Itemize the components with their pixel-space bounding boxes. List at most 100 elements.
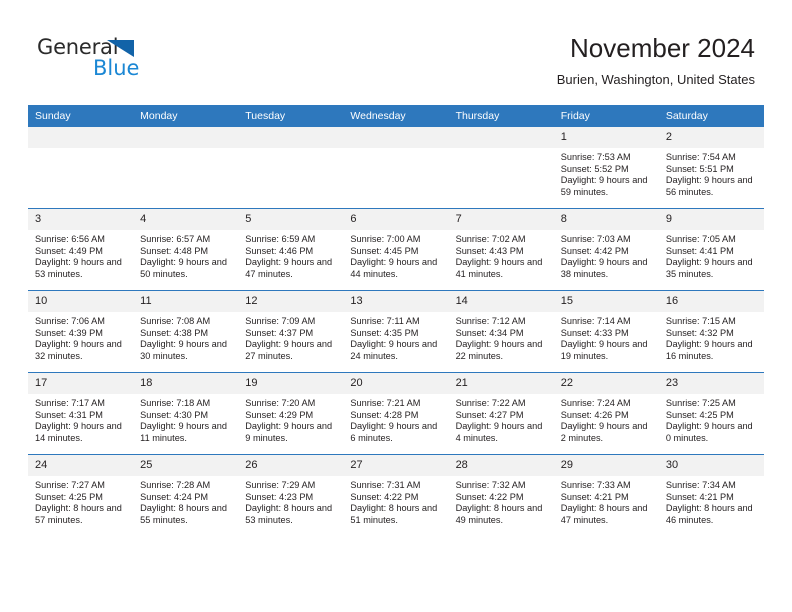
sunrise-text: Sunrise: 7:09 AM	[245, 316, 316, 326]
day-info: Sunrise: 7:31 AM Sunset: 4:22 PM Daylight:…	[343, 476, 448, 526]
calendar-day-cell[interactable]: 9 Sunrise: 7:05 AM Sunset: 4:41 PM Daylight…	[658, 208, 764, 291]
calendar-day-cell[interactable]: 19 Sunrise: 7:20 AM Sunset: 4:29 PM Dayligh…	[238, 372, 344, 455]
calendar-day-cell[interactable]: 13 Sunrise: 7:11 AM Sunset: 4:35 PM Dayligh…	[343, 290, 449, 373]
sunrise-text: Sunrise: 7:32 AM	[455, 480, 526, 490]
weekday-header-saturday: Saturday	[658, 105, 764, 127]
day-info: Sunrise: 7:20 AM Sunset: 4:29 PM Daylight:…	[238, 394, 343, 444]
daylight-text: Daylight: 9 hours and 16 minutes.	[665, 339, 753, 361]
calendar-day-cell[interactable]: 24 Sunrise: 7:27 AM Sunset: 4:25 PM Dayligh…	[28, 454, 134, 536]
day-number	[133, 127, 239, 148]
calendar-day-cell[interactable]: 16 Sunrise: 7:15 AM Sunset: 4:32 PM Dayligh…	[658, 290, 764, 373]
daylight-text: Daylight: 9 hours and 47 minutes.	[245, 257, 333, 279]
day-number	[448, 127, 554, 148]
sunset-text: Sunset: 4:21 PM	[560, 491, 629, 502]
calendar-day-cell[interactable]: 30 Sunrise: 7:34 AM Sunset: 4:21 PM Dayligh…	[658, 454, 764, 536]
day-number: 10	[28, 291, 134, 312]
calendar-day-cell[interactable]: 18 Sunrise: 7:18 AM Sunset: 4:30 PM Dayligh…	[133, 372, 239, 455]
calendar-day-cell[interactable]: 8 Sunrise: 7:03 AM Sunset: 4:42 PM Daylight…	[553, 208, 659, 291]
day-number: 15	[553, 291, 659, 312]
calendar-day-cell-empty	[133, 127, 239, 209]
daylight-text: Daylight: 9 hours and 41 minutes.	[455, 257, 543, 279]
calendar-day-cell[interactable]: 28 Sunrise: 7:32 AM Sunset: 4:22 PM Dayligh…	[448, 454, 554, 536]
sunrise-text: Sunrise: 7:11 AM	[350, 316, 420, 326]
sunset-text: Sunset: 4:28 PM	[350, 409, 419, 420]
page-header: General Blue November 2024 Burien, Washi…	[0, 0, 792, 100]
day-number: 8	[553, 209, 659, 230]
calendar-day-cell[interactable]: 1 Sunrise: 7:53 AM Sunset: 5:52 PM Daylight…	[553, 127, 659, 209]
calendar-day-cell-empty	[448, 127, 554, 209]
sunset-text: Sunset: 4:27 PM	[455, 409, 524, 420]
sunset-text: Sunset: 4:29 PM	[245, 409, 314, 420]
calendar-day-cell[interactable]: 27 Sunrise: 7:31 AM Sunset: 4:22 PM Dayligh…	[343, 454, 449, 536]
sunset-text: Sunset: 4:43 PM	[455, 245, 524, 256]
day-info: Sunrise: 7:08 AM Sunset: 4:38 PM Daylight:…	[133, 312, 238, 362]
calendar-day-cell[interactable]: 25 Sunrise: 7:28 AM Sunset: 4:24 PM Dayligh…	[133, 454, 239, 536]
daylight-text: Daylight: 8 hours and 46 minutes.	[665, 503, 753, 525]
sunset-text: Sunset: 4:48 PM	[140, 245, 209, 256]
daylight-text: Daylight: 9 hours and 0 minutes.	[665, 421, 753, 443]
calendar-day-cell[interactable]: 20 Sunrise: 7:21 AM Sunset: 4:28 PM Dayligh…	[343, 372, 449, 455]
day-info: Sunrise: 7:17 AM Sunset: 4:31 PM Daylight:…	[28, 394, 133, 444]
day-number: 5	[238, 209, 344, 230]
calendar-day-cell[interactable]: 23 Sunrise: 7:25 AM Sunset: 4:25 PM Dayligh…	[658, 372, 764, 455]
sunset-text: Sunset: 4:24 PM	[140, 491, 209, 502]
page-subtitle: Burien, Washington, United States	[556, 72, 755, 87]
sunrise-text: Sunrise: 7:05 AM	[665, 234, 736, 244]
calendar-day-cell[interactable]: 3 Sunrise: 6:56 AM Sunset: 4:49 PM Daylight…	[28, 208, 134, 291]
calendar-day-cell[interactable]: 10 Sunrise: 7:06 AM Sunset: 4:39 PM Dayligh…	[28, 290, 134, 373]
day-info: Sunrise: 7:28 AM Sunset: 4:24 PM Daylight:…	[133, 476, 238, 526]
sunset-text: Sunset: 4:22 PM	[455, 491, 524, 502]
daylight-text: Daylight: 9 hours and 50 minutes.	[140, 257, 227, 279]
daylight-text: Daylight: 9 hours and 9 minutes.	[245, 421, 333, 443]
calendar-page: General Blue November 2024 Burien, Washi…	[0, 0, 792, 612]
calendar-body: 1 Sunrise: 7:53 AM Sunset: 5:52 PM Daylight…	[28, 127, 764, 536]
calendar-day-cell[interactable]: 12 Sunrise: 7:09 AM Sunset: 4:37 PM Dayligh…	[238, 290, 344, 373]
daylight-text: Daylight: 9 hours and 44 minutes.	[350, 257, 438, 279]
day-info: Sunrise: 7:33 AM Sunset: 4:21 PM Daylight:…	[554, 476, 659, 526]
sunset-text: Sunset: 4:34 PM	[455, 327, 524, 338]
daylight-text: Daylight: 9 hours and 27 minutes.	[245, 339, 333, 361]
sunset-text: Sunset: 4:25 PM	[665, 409, 734, 420]
sunrise-text: Sunrise: 7:24 AM	[560, 398, 631, 408]
brand-logo[interactable]: General Blue	[37, 36, 217, 84]
calendar-day-cell[interactable]: 5 Sunrise: 6:59 AM Sunset: 4:46 PM Daylight…	[238, 208, 344, 291]
day-number: 18	[133, 373, 239, 394]
calendar-day-cell[interactable]: 2 Sunrise: 7:54 AM Sunset: 5:51 PM Daylight…	[658, 127, 764, 209]
calendar-day-cell[interactable]: 7 Sunrise: 7:02 AM Sunset: 4:43 PM Daylight…	[448, 208, 554, 291]
calendar-day-cell[interactable]: 29 Sunrise: 7:33 AM Sunset: 4:21 PM Dayligh…	[553, 454, 659, 536]
calendar-day-cell[interactable]: 26 Sunrise: 7:29 AM Sunset: 4:23 PM Dayligh…	[238, 454, 344, 536]
daylight-text: Daylight: 9 hours and 11 minutes.	[140, 421, 227, 443]
calendar-day-cell[interactable]: 14 Sunrise: 7:12 AM Sunset: 4:34 PM Dayligh…	[448, 290, 554, 373]
sunrise-text: Sunrise: 7:20 AM	[245, 398, 316, 408]
calendar-day-cell[interactable]: 4 Sunrise: 6:57 AM Sunset: 4:48 PM Daylight…	[133, 208, 239, 291]
calendar-header-row: Sunday Monday Tuesday Wednesday Thursday…	[28, 105, 764, 127]
calendar-day-cell[interactable]: 15 Sunrise: 7:14 AM Sunset: 4:33 PM Dayligh…	[553, 290, 659, 373]
calendar-day-cell-empty	[28, 127, 134, 209]
sunrise-text: Sunrise: 7:53 AM	[560, 152, 631, 162]
day-number: 21	[448, 373, 554, 394]
daylight-text: Daylight: 9 hours and 6 minutes.	[350, 421, 438, 443]
day-info: Sunrise: 7:00 AM Sunset: 4:45 PM Daylight:…	[343, 230, 448, 280]
calendar-day-cell[interactable]: 22 Sunrise: 7:24 AM Sunset: 4:26 PM Dayligh…	[553, 372, 659, 455]
sunset-text: Sunset: 4:21 PM	[665, 491, 734, 502]
title-block: November 2024 Burien, Washington, United…	[557, 32, 755, 88]
calendar-day-cell[interactable]: 11 Sunrise: 7:08 AM Sunset: 4:38 PM Dayligh…	[133, 290, 239, 373]
sunset-text: Sunset: 4:41 PM	[665, 245, 734, 256]
brand-name-bottom: Blue	[93, 56, 140, 80]
sunset-text: Sunset: 4:22 PM	[350, 491, 419, 502]
calendar-day-cell[interactable]: 21 Sunrise: 7:22 AM Sunset: 4:27 PM Dayligh…	[448, 372, 554, 455]
sunrise-text: Sunrise: 7:15 AM	[665, 316, 736, 326]
weekday-header-tuesday: Tuesday	[238, 105, 344, 127]
day-number: 24	[28, 455, 134, 476]
calendar-day-cell[interactable]: 17 Sunrise: 7:17 AM Sunset: 4:31 PM Dayligh…	[28, 372, 134, 455]
sunset-text: Sunset: 5:51 PM	[665, 163, 734, 174]
calendar-day-cell[interactable]: 6 Sunrise: 7:00 AM Sunset: 4:45 PM Daylight…	[343, 208, 449, 291]
day-info: Sunrise: 7:34 AM Sunset: 4:21 PM Daylight:…	[659, 476, 764, 526]
day-number: 4	[133, 209, 239, 230]
daylight-text: Daylight: 9 hours and 32 minutes.	[35, 339, 122, 361]
day-info: Sunrise: 7:12 AM Sunset: 4:34 PM Daylight:…	[449, 312, 554, 362]
daylight-text: Daylight: 9 hours and 4 minutes.	[455, 421, 543, 443]
calendar-week-row: 3 Sunrise: 6:56 AM Sunset: 4:49 PM Daylight…	[28, 208, 764, 291]
sunrise-text: Sunrise: 7:25 AM	[665, 398, 736, 408]
calendar-week-row: 10 Sunrise: 7:06 AM Sunset: 4:39 PM Dayligh…	[28, 290, 764, 373]
